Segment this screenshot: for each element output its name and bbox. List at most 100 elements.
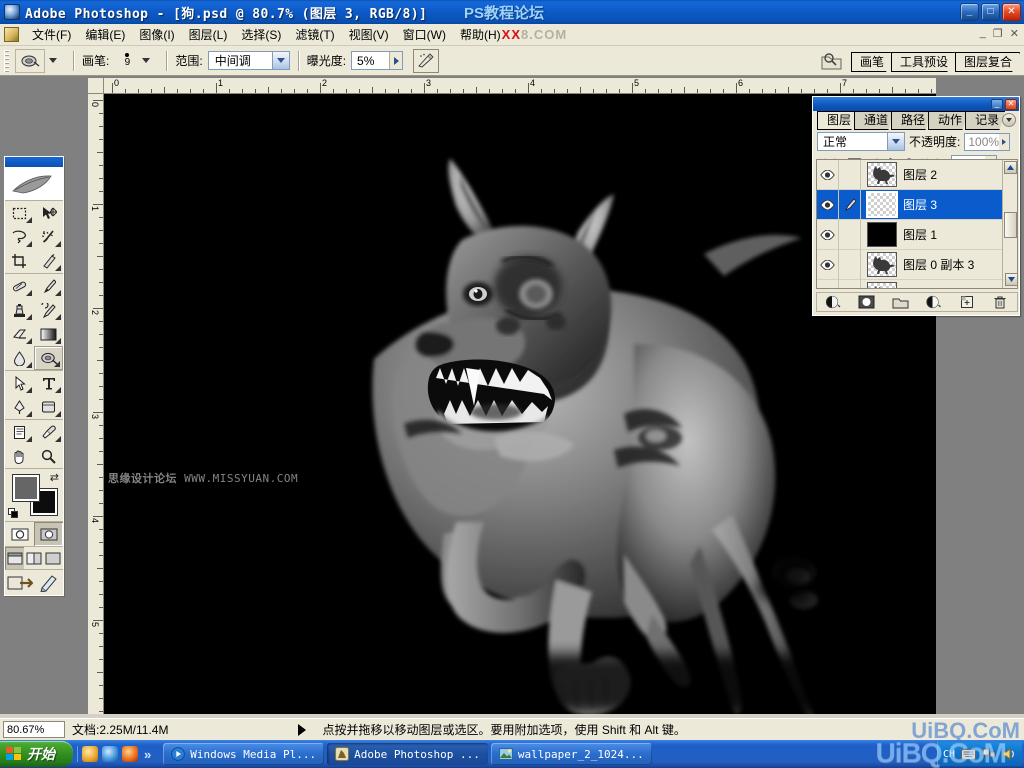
palette-close-button[interactable]: ✕: [1005, 99, 1017, 110]
layer-thumbnail[interactable]: [867, 222, 897, 247]
marquee-tool[interactable]: [5, 201, 34, 225]
layer-active-brush-icon[interactable]: [839, 190, 861, 220]
toolbox-drag-handle[interactable]: [5, 157, 63, 167]
volume-icon[interactable]: [1002, 748, 1016, 760]
brush-chevron-down-icon[interactable]: [142, 58, 150, 63]
gradient-tool[interactable]: [34, 322, 63, 346]
tab-paths[interactable]: 路径: [891, 111, 931, 130]
palette-title-bar[interactable]: _ ✕: [813, 97, 1019, 111]
zoom-tool[interactable]: [34, 444, 63, 468]
quick-launch-chevron-icon[interactable]: »: [144, 747, 151, 762]
eraser-tool[interactable]: [5, 322, 34, 346]
close-button[interactable]: ✕: [1002, 3, 1021, 21]
layer-mask-icon[interactable]: [856, 294, 878, 311]
magic-wand-tool[interactable]: [34, 225, 63, 249]
move-tool[interactable]: [34, 201, 63, 225]
lasso-tool[interactable]: [5, 225, 34, 249]
menu-edit[interactable]: 编辑(E): [78, 24, 132, 45]
opacity-stepper[interactable]: [999, 134, 1009, 150]
layer-list-scrollbar[interactable]: [1002, 160, 1017, 288]
ime-indicator[interactable]: CH: [943, 749, 955, 760]
range-select[interactable]: 中间调: [208, 51, 290, 70]
full-screen-menubar-button[interactable]: [24, 547, 43, 569]
eyedropper-tool[interactable]: [34, 420, 63, 444]
new-group-icon[interactable]: [889, 294, 911, 311]
mdi-minimize-button[interactable]: _: [980, 27, 986, 40]
layer-row[interactable]: 图层 0 副本 3: [817, 250, 1017, 280]
options-bar-grip[interactable]: [4, 50, 9, 72]
exposure-stepper[interactable]: [389, 52, 402, 69]
scrollbar-thumb[interactable]: [1004, 212, 1017, 238]
layer-thumbnail[interactable]: [867, 282, 897, 289]
tab-layers[interactable]: 图层: [817, 111, 857, 130]
ime-toolbar-icon[interactable]: [982, 748, 996, 760]
menu-view[interactable]: 视图(V): [342, 24, 396, 45]
minimize-button[interactable]: _: [960, 3, 979, 21]
tab-channels[interactable]: 通道: [854, 111, 894, 130]
menu-file[interactable]: 文件(F): [25, 24, 78, 45]
layer-visibility-eye-icon[interactable]: [817, 160, 839, 190]
status-expand-arrow-icon[interactable]: [298, 724, 306, 736]
menu-select[interactable]: 选择(S): [234, 24, 288, 45]
start-button[interactable]: 开始: [0, 741, 73, 767]
new-layer-icon[interactable]: [956, 294, 978, 311]
layer-visibility-eye-icon[interactable]: [817, 250, 839, 280]
palette-menu-icon[interactable]: [1002, 113, 1016, 127]
menu-window[interactable]: 窗口(W): [396, 24, 453, 45]
scroll-down-icon[interactable]: [1005, 273, 1018, 286]
layer-thumbnail[interactable]: [867, 252, 897, 277]
standard-screen-mode-button[interactable]: [5, 547, 24, 569]
show-desktop-icon[interactable]: [82, 746, 98, 762]
well-tab-brushes[interactable]: 画笔: [851, 52, 891, 72]
menu-layer[interactable]: 图层(L): [182, 24, 235, 45]
layer-thumbnail[interactable]: [867, 162, 897, 187]
firefox-icon[interactable]: [122, 746, 138, 762]
keyboard-icon[interactable]: [961, 749, 976, 760]
pen-tool[interactable]: [5, 395, 34, 419]
layer-link-slot[interactable]: [839, 160, 861, 190]
palette-minimize-button[interactable]: _: [991, 99, 1003, 110]
layer-link-slot[interactable]: [839, 250, 861, 280]
ruler-corner[interactable]: [88, 78, 104, 94]
standard-mode-button[interactable]: [5, 522, 34, 546]
menu-filter[interactable]: 滤镜(T): [288, 24, 341, 45]
airbrush-icon[interactable]: [413, 49, 439, 73]
brush-tool[interactable]: [34, 274, 63, 298]
layer-link-slot[interactable]: [839, 280, 861, 290]
opacity-input[interactable]: 100%: [964, 133, 1010, 151]
document-size-info[interactable]: 文档:2.25M/11.4M: [72, 721, 168, 738]
menu-help[interactable]: 帮助(H): [453, 24, 508, 45]
notes-tool[interactable]: [5, 420, 34, 444]
clone-stamp-tool[interactable]: [5, 298, 34, 322]
menu-image[interactable]: 图像(I): [132, 24, 181, 45]
layer-row[interactable]: 图层 0 副本: [817, 280, 1017, 289]
layer-row[interactable]: 图层 2: [817, 160, 1017, 190]
layer-row[interactable]: 图层 3: [817, 190, 1017, 220]
swap-colors-icon[interactable]: ⇄: [50, 471, 59, 484]
jump-to-edit-icon[interactable]: [34, 570, 63, 596]
blend-mode-select[interactable]: 正常: [817, 132, 905, 151]
tab-history[interactable]: 记录: [965, 111, 1005, 130]
quickmask-mode-button[interactable]: [34, 522, 63, 546]
crop-tool[interactable]: [5, 249, 34, 273]
slice-tool[interactable]: [34, 249, 63, 273]
tool-preset-chevron-down-icon[interactable]: [49, 58, 57, 63]
maximize-button[interactable]: □: [981, 3, 1000, 21]
foreground-color-swatch[interactable]: [13, 475, 39, 501]
dodge-tool[interactable]: [34, 346, 63, 370]
type-tool[interactable]: [34, 371, 63, 395]
internet-explorer-icon[interactable]: [102, 746, 118, 762]
path-selection-tool[interactable]: [5, 371, 34, 395]
layer-list[interactable]: 图层 2图层 3图层 1 图层 0 副本 3 图层 0 副本: [816, 159, 1018, 289]
blur-tool[interactable]: [5, 346, 34, 370]
document-icon[interactable]: [4, 27, 19, 42]
layer-visibility-eye-icon[interactable]: [817, 220, 839, 250]
shape-tool[interactable]: [34, 395, 63, 419]
vertical-ruler[interactable]: 012345: [88, 94, 104, 714]
healing-brush-tool[interactable]: [5, 274, 34, 298]
file-browser-icon[interactable]: [819, 48, 845, 74]
mdi-restore-button[interactable]: ❐: [993, 27, 1003, 40]
exposure-input[interactable]: 5%: [351, 51, 403, 70]
adjustment-layer-icon[interactable]: [923, 294, 945, 311]
well-tab-tool-presets[interactable]: 工具预设: [891, 52, 955, 72]
